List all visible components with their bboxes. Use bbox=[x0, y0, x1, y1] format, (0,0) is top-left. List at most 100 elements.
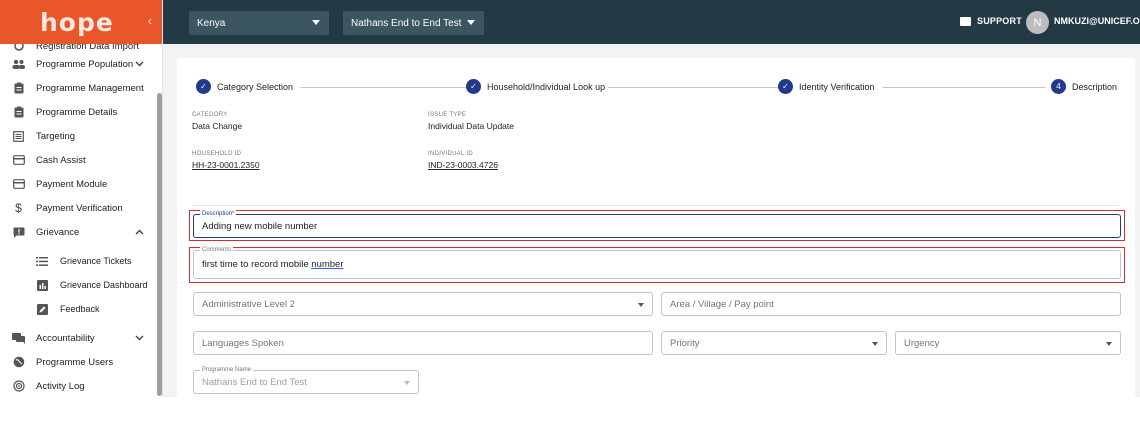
sidebar-item-label: Programme Population bbox=[36, 58, 134, 70]
country-select[interactable]: Kenya bbox=[189, 11, 329, 35]
avatar[interactable]: N bbox=[1026, 11, 1049, 34]
sidebar-item-programme-population[interactable]: Programme Population bbox=[0, 52, 162, 76]
priority-placeholder: Priority bbox=[670, 337, 700, 349]
stepper-connector bbox=[608, 87, 780, 88]
activity-icon bbox=[12, 380, 25, 393]
clipboard-icon bbox=[12, 82, 25, 95]
caret-down-icon bbox=[404, 381, 410, 385]
comments-field[interactable]: Comments first time to record mobile num… bbox=[193, 246, 1121, 279]
individual-info: INDIVIDUAL ID IND-23-0003.4726 bbox=[428, 151, 498, 170]
area-village-input[interactable]: Area / Village / Pay point bbox=[661, 292, 1121, 316]
sidebar-item-label: Grievance bbox=[36, 226, 80, 238]
household-id-link[interactable]: HH-23-0001.2350 bbox=[192, 160, 260, 170]
chevron-up-icon[interactable] bbox=[135, 227, 144, 237]
caret-down-icon bbox=[467, 20, 475, 25]
sidebar-item-activity-log[interactable]: Activity Log bbox=[0, 374, 162, 397]
sidebar-item-label: Payment Verification bbox=[36, 202, 123, 214]
card-icon bbox=[12, 154, 25, 167]
chevron-down-icon[interactable] bbox=[135, 333, 144, 343]
sidebar-item-cash-assist[interactable]: Cash Assist bbox=[0, 148, 162, 172]
chevron-down-icon[interactable] bbox=[135, 59, 144, 69]
sidebar-item-programme-details[interactable]: Programme Details bbox=[0, 100, 162, 124]
clipboard-icon bbox=[12, 106, 25, 119]
dollar-icon: $ bbox=[15, 201, 22, 215]
description-field[interactable]: Description* Adding new mobile number bbox=[193, 210, 1121, 238]
caret-down-icon bbox=[1106, 342, 1112, 346]
check-icon: ✓ bbox=[778, 79, 793, 94]
support-button[interactable]: SUPPORT bbox=[960, 16, 1022, 26]
step-category-selection[interactable]: ✓ Category Selection bbox=[196, 79, 293, 94]
sidebar-item-programme-management[interactable]: Programme Management bbox=[0, 76, 162, 100]
app: hope ‹ Registration Data Import Programm… bbox=[0, 0, 1140, 423]
sidebar-subitem-label: Grievance Dashboard bbox=[60, 280, 148, 290]
step-description[interactable]: 4 Description bbox=[1051, 79, 1117, 94]
sidebar-item-label: Payment Module bbox=[36, 178, 108, 190]
sidebar-item-label: Accountability bbox=[36, 332, 95, 344]
category-info: CATEGORY Data Change bbox=[192, 112, 242, 131]
user-email[interactable]: NMKUZI@UNICEF.O bbox=[1054, 16, 1140, 26]
category-value: Data Change bbox=[192, 121, 243, 131]
programme-select-value: Nathans End to End Test bbox=[351, 17, 462, 29]
country-select-value: Kenya bbox=[197, 17, 226, 29]
forum-icon bbox=[12, 332, 25, 345]
urgency-select[interactable]: Urgency bbox=[895, 331, 1121, 355]
step-household-lookup[interactable]: ✓ Household/Individual Look up bbox=[466, 79, 605, 94]
sidebar-subitem-grievance-dashboard[interactable]: Grievance Dashboard bbox=[0, 273, 162, 297]
area-village-placeholder: Area / Village / Pay point bbox=[670, 298, 774, 310]
issue-type-info: ISSUE TYPE Individual Data Update bbox=[428, 112, 514, 131]
import-icon bbox=[12, 44, 25, 52]
step-label: Category Selection bbox=[217, 81, 294, 92]
stepper-connector bbox=[300, 87, 472, 88]
comments-value: first time to record mobile number bbox=[202, 259, 344, 270]
sidebar-item-programme-users[interactable]: Programme Users bbox=[0, 350, 162, 374]
card-icon bbox=[12, 178, 25, 191]
programme-name-label: Programme Name bbox=[200, 366, 254, 374]
list-icon bbox=[36, 255, 48, 267]
description-label: Description* bbox=[200, 210, 237, 218]
sidebar: hope ‹ Registration Data Import Programm… bbox=[0, 0, 163, 397]
urgency-placeholder: Urgency bbox=[904, 337, 940, 349]
description-value: Adding new mobile number bbox=[202, 220, 318, 232]
sidebar-subitem-grievance-tickets[interactable]: Grievance Tickets bbox=[0, 249, 162, 273]
admin-level-2-select[interactable]: Administrative Level 2 bbox=[193, 292, 653, 316]
check-icon: ✓ bbox=[196, 79, 211, 94]
sidebar-item-targeting[interactable]: Targeting bbox=[0, 124, 162, 148]
caret-down-icon bbox=[312, 20, 320, 25]
globe-icon bbox=[12, 356, 25, 369]
sidebar-item-label: Activity Log bbox=[36, 380, 85, 392]
programme-name-select: Programme Name Nathans End to End Test bbox=[193, 366, 419, 394]
sidebar-item-grievance[interactable]: Grievance bbox=[0, 220, 162, 244]
sidebar-item-payment-verification[interactable]: $ Payment Verification bbox=[0, 196, 162, 220]
ticket-form-card: ✓ Category Selection ✓ Household/Individ… bbox=[177, 58, 1135, 397]
step-label: Description bbox=[1072, 81, 1118, 92]
chevron-left-icon[interactable]: ‹ bbox=[148, 13, 152, 28]
edit-icon bbox=[36, 303, 48, 315]
chat-icon bbox=[960, 16, 971, 26]
sidebar-item-registration-data-import[interactable]: Registration Data Import bbox=[0, 44, 162, 52]
caret-down-icon bbox=[872, 342, 878, 346]
hope-logo: hope bbox=[40, 7, 114, 37]
household-info: HOUSEHOLD ID HH-23-0001.2350 bbox=[192, 151, 260, 170]
list-box-icon bbox=[12, 130, 25, 143]
individual-id-link[interactable]: IND-23-0003.4726 bbox=[428, 160, 498, 170]
programme-select[interactable]: Nathans End to End Test bbox=[343, 11, 484, 35]
comments-text-spellcheck: number bbox=[311, 259, 344, 270]
top-bar: Kenya Nathans End to End Test SUPPORT N … bbox=[163, 0, 1140, 44]
sidebar-item-label: Cash Assist bbox=[36, 154, 86, 166]
sidebar-scrollbar[interactable] bbox=[157, 93, 162, 396]
people-icon bbox=[12, 58, 25, 71]
comments-label: Comments bbox=[200, 246, 234, 254]
priority-select[interactable]: Priority bbox=[661, 331, 887, 355]
step-number: 4 bbox=[1051, 79, 1066, 94]
feedback-icon bbox=[12, 226, 25, 239]
sidebar-item-accountability[interactable]: Accountability bbox=[0, 326, 162, 350]
comments-text: first time to record mobile bbox=[202, 259, 312, 270]
household-key: HOUSEHOLD ID bbox=[192, 151, 242, 157]
step-identity-verification[interactable]: ✓ Identity Verification bbox=[778, 79, 875, 94]
languages-placeholder: Languages Spoken bbox=[202, 337, 284, 349]
category-key: CATEGORY bbox=[192, 112, 228, 118]
languages-spoken-input[interactable]: Languages Spoken bbox=[193, 331, 653, 355]
sidebar-subitem-feedback[interactable]: Feedback bbox=[0, 297, 162, 321]
sidebar-menu: Registration Data Import Programme Popul… bbox=[0, 44, 162, 397]
sidebar-item-payment-module[interactable]: Payment Module bbox=[0, 172, 162, 196]
